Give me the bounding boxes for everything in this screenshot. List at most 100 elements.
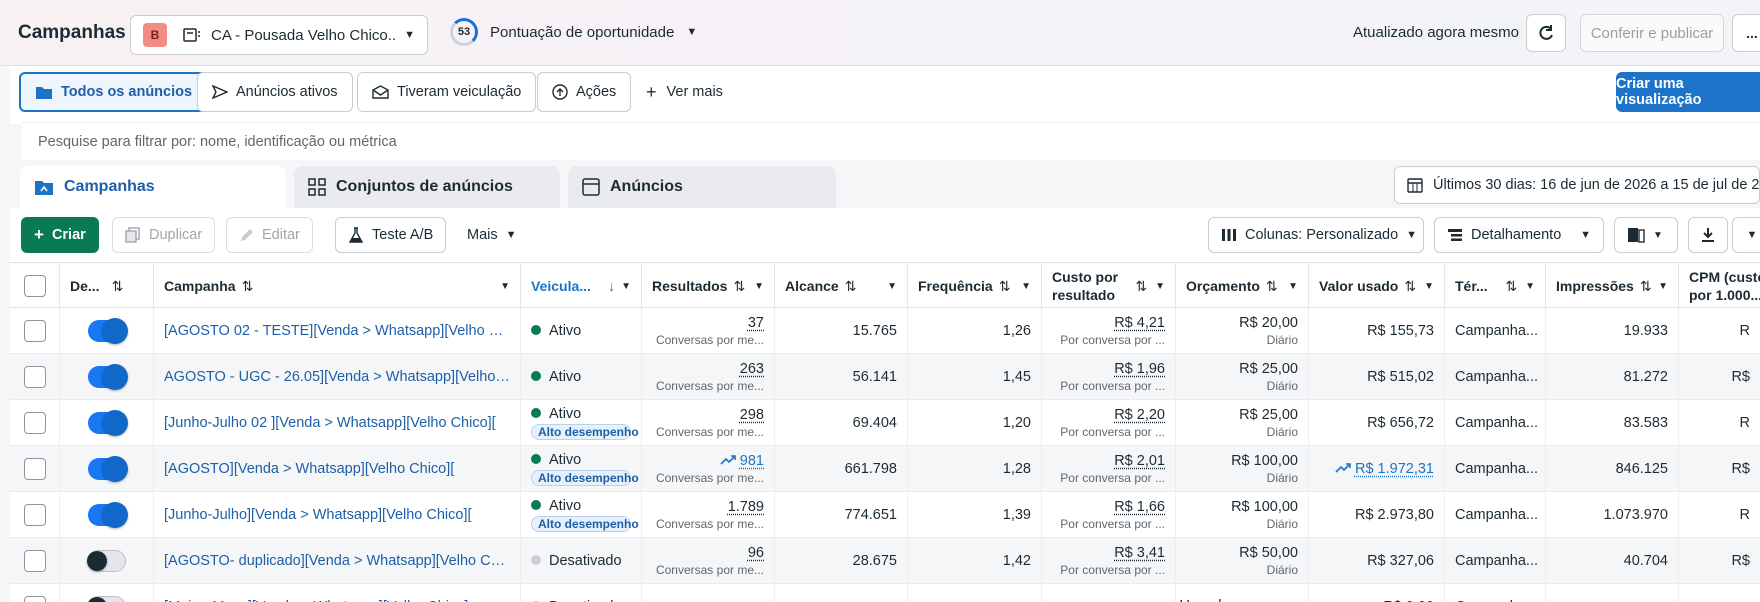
see-more-label: Ver mais — [667, 84, 723, 100]
row-checkbox[interactable] — [24, 550, 46, 572]
campaign-name-link[interactable]: [AGOSTO 02 - TESTE][Venda > Whatsapp][Ve… — [164, 323, 510, 339]
results-value[interactable]: 298 — [740, 407, 764, 423]
spent-value[interactable]: R$ 656,72 — [1367, 415, 1434, 431]
delivery-toggle[interactable] — [88, 550, 126, 572]
table-row[interactable]: [AGOSTO][Venda > Whatsapp][Velho Chico][… — [10, 446, 1760, 492]
export-options-button[interactable]: ▼ — [1732, 217, 1760, 253]
ab-test-button[interactable]: Teste A/B — [335, 217, 446, 253]
row-checkbox[interactable] — [24, 504, 46, 526]
refresh-button[interactable] — [1526, 14, 1566, 52]
budget-value[interactable]: R$ 25,00 — [1239, 361, 1298, 377]
status-label: Ativo — [549, 498, 581, 514]
duplicate-button[interactable]: Duplicar — [112, 217, 215, 253]
col-delivery[interactable]: Veicula... ↓ ▼ — [521, 263, 642, 309]
results-value[interactable]: 37 — [748, 315, 764, 331]
top-performer-badge: Alto desempenho — [531, 424, 631, 440]
export-button[interactable] — [1688, 217, 1728, 253]
edit-button[interactable]: Editar — [226, 217, 313, 253]
col-reach[interactable]: Alcance ⇅ ▼ — [775, 263, 908, 309]
col-impressions[interactable]: Impressões ⇅ ▼ — [1546, 263, 1679, 309]
select-all-checkbox[interactable] — [10, 263, 60, 309]
spent-value[interactable]: R$ 515,02 — [1367, 369, 1434, 385]
see-more-filters[interactable]: + Ver mais — [646, 72, 723, 112]
table-row[interactable]: [AGOSTO- duplicado][Venda > Whatsapp][Ve… — [10, 538, 1760, 584]
create-button[interactable]: + Criar — [21, 217, 99, 253]
more-menu-button[interactable]: Mais ▼ — [455, 217, 529, 253]
sort-icon: ⇅ — [733, 278, 745, 295]
spent-value[interactable]: R$ 2.973,80 — [1355, 507, 1434, 523]
cost-value[interactable]: R$ 2,20 — [1114, 407, 1165, 423]
columns-selector[interactable]: Colunas: Personalizado ▼ — [1208, 217, 1424, 253]
ends-cell: Campanha... — [1445, 446, 1546, 492]
tab-adsets[interactable]: Conjuntos de anúncios — [294, 166, 560, 208]
delivery-toggle[interactable] — [88, 504, 126, 526]
cost-value[interactable]: R$ 2,01 — [1114, 453, 1165, 469]
campaign-name-link[interactable]: AGOSTO - UGC - 26.05][Venda > Whatsapp][… — [164, 369, 510, 385]
cost-value[interactable]: R$ 3,41 — [1114, 545, 1165, 561]
cost-value[interactable]: R$ 1,66 — [1114, 499, 1165, 515]
filter-active-ads[interactable]: Anúncios ativos — [197, 72, 353, 112]
results-value[interactable]: 263 — [740, 361, 764, 377]
budget-value[interactable]: R$ 50,00 — [1239, 545, 1298, 561]
row-checkbox[interactable] — [24, 320, 46, 342]
campaign-cell: [AGOSTO 02 - TESTE][Venda > Whatsapp][Ve… — [154, 308, 521, 354]
more-options-button[interactable]: ... — [1732, 14, 1760, 52]
create-view-button[interactable]: Criar uma visualização — [1616, 72, 1760, 112]
spent-value[interactable]: R$ 327,06 — [1367, 553, 1434, 569]
col-delivery-toggle[interactable]: De... ⇅ — [60, 263, 154, 309]
search-input[interactable]: Pesquise para filtrar por: nome, identif… — [22, 122, 1760, 160]
tab-campaigns[interactable]: Campanhas — [20, 166, 286, 208]
row-checkbox-cell — [10, 538, 60, 584]
budget-value[interactable]: R$ 100,00 — [1231, 499, 1298, 515]
filter-actions[interactable]: Ações — [537, 72, 631, 112]
breakdown-selector[interactable]: Detalhamento ▼ — [1434, 217, 1604, 253]
delivery-toggle[interactable] — [88, 412, 126, 434]
delivery-toggle[interactable] — [88, 366, 126, 388]
reports-button[interactable]: ▼ — [1614, 217, 1678, 253]
spent-value[interactable]: R$ 155,73 — [1367, 323, 1434, 339]
row-checkbox[interactable] — [24, 366, 46, 388]
review-publish-button[interactable]: Conferir e publicar — [1580, 14, 1724, 52]
table-row[interactable]: [AGOSTO 02 - TESTE][Venda > Whatsapp][Ve… — [10, 308, 1760, 354]
results-value[interactable]: 96 — [748, 545, 764, 561]
date-range-picker[interactable]: Últimos 30 dias: 16 de jun de 2026 a 15 … — [1394, 166, 1760, 204]
row-checkbox[interactable] — [24, 458, 46, 480]
spent-value[interactable]: R$ 1.972,31 — [1335, 461, 1434, 477]
col-amount-spent[interactable]: Valor usado ⇅ ▼ — [1309, 263, 1445, 309]
campaign-name-link[interactable]: [Junho-Julho][Venda > Whatsapp][Velho Ch… — [164, 507, 510, 523]
opportunity-score[interactable]: 53 Pontuação de oportunidade ▼ — [450, 18, 697, 46]
col-cost-per-result[interactable]: Custo por resultado ⇅ ▼ — [1042, 263, 1176, 309]
frequency-cell: 1,45 — [908, 354, 1042, 400]
results-value[interactable]: 981 — [720, 453, 764, 469]
col-cpm[interactable]: CPM (custo por 1.000... — [1679, 263, 1760, 309]
row-checkbox[interactable] — [24, 596, 46, 602]
campaign-name-link[interactable]: [AGOSTO][Venda > Whatsapp][Velho Chico][ — [164, 461, 510, 477]
campaign-name-link[interactable]: [AGOSTO- duplicado][Venda > Whatsapp][Ve… — [164, 553, 510, 569]
table-row[interactable]: [Junho-Julho 02 ][Venda > Whatsapp][Velh… — [10, 400, 1760, 446]
filter-had-delivery[interactable]: Tiveram veiculação — [357, 72, 536, 112]
budget-value[interactable]: Usando o orçam... — [1180, 598, 1298, 602]
campaign-name-link[interactable]: [Junho-Julho 02 ][Venda > Whatsapp][Velh… — [164, 415, 510, 431]
cost-value[interactable]: R$ 4,21 — [1114, 315, 1165, 331]
delivery-toggle[interactable] — [88, 458, 126, 480]
filter-all-ads[interactable]: Todos os anúncios — [19, 72, 208, 112]
row-checkbox[interactable] — [24, 412, 46, 434]
table-row[interactable]: [Junho-Julho][Venda > Whatsapp][Velho Ch… — [10, 492, 1760, 538]
col-campaign[interactable]: Campanha ⇅ ▼ — [154, 263, 521, 309]
cost-value[interactable]: R$ 1,96 — [1114, 361, 1165, 377]
delivery-toggle[interactable] — [88, 320, 126, 342]
col-results[interactable]: Resultados ⇅ ▼ — [642, 263, 775, 309]
table-row[interactable]: [Maio - Maes][Venda > Whatsapp][Velho Ch… — [10, 584, 1760, 602]
tab-ads[interactable]: Anúncios — [568, 166, 836, 208]
col-frequency[interactable]: Frequência ⇅ ▼ — [908, 263, 1042, 309]
budget-value[interactable]: R$ 20,00 — [1239, 315, 1298, 331]
table-row[interactable]: AGOSTO - UGC - 26.05][Venda > Whatsapp][… — [10, 354, 1760, 400]
col-ends[interactable]: Tér... ⇅ ▼ — [1445, 263, 1546, 309]
results-value[interactable]: 1.789 — [728, 499, 764, 515]
col-budget[interactable]: Orçamento ⇅ ▼ — [1176, 263, 1309, 309]
budget-value[interactable]: R$ 25,00 — [1239, 407, 1298, 423]
budget-value[interactable]: R$ 100,00 — [1231, 453, 1298, 469]
account-selector[interactable]: B CA - Pousada Velho Chico... ▼ — [130, 15, 428, 55]
delivery-toggle[interactable] — [88, 596, 126, 602]
checkbox[interactable] — [24, 275, 46, 297]
